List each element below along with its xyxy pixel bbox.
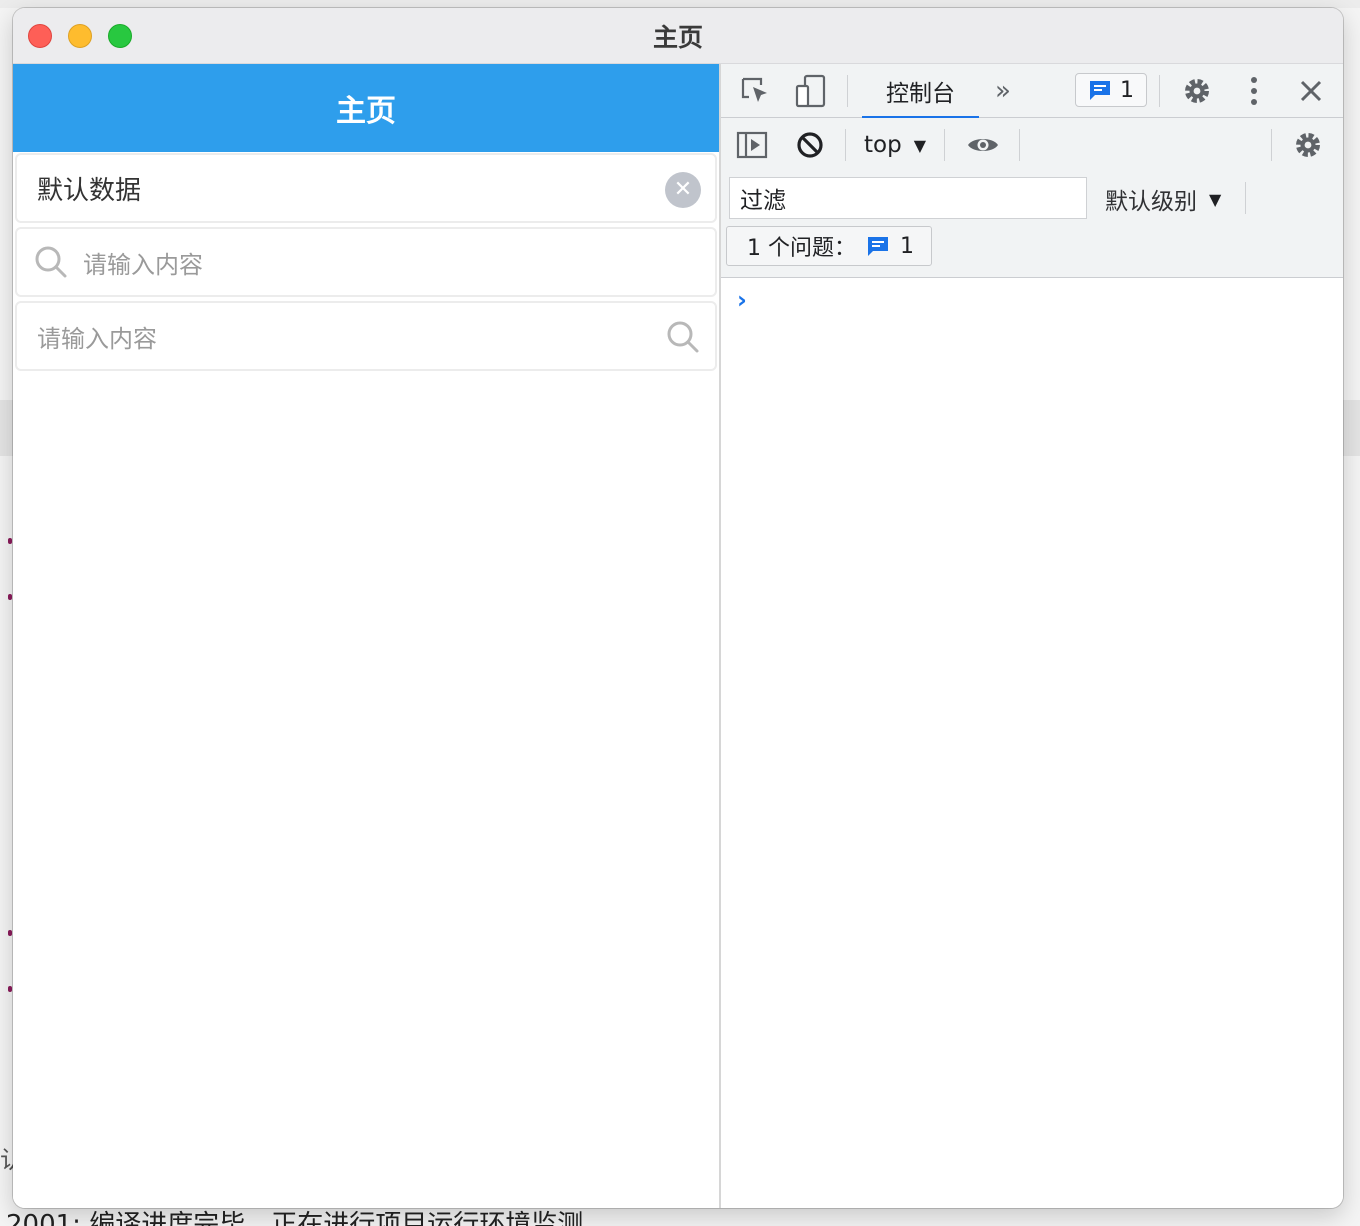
window-title: 主页 bbox=[652, 22, 703, 52]
filter-text: 过滤 bbox=[740, 188, 786, 214]
background-strip bbox=[0, 0, 1360, 8]
log-level-selector[interactable]: 默认级别 ▼ bbox=[1105, 182, 1221, 216]
navigation-bar: 主页 bbox=[13, 64, 719, 152]
background-editor-line bbox=[0, 400, 14, 456]
zoom-window-button[interactable] bbox=[108, 24, 132, 48]
close-window-button[interactable] bbox=[28, 24, 52, 48]
simulator-window: 主页 主页 默认数据 ✕ 请输入内容 请输入内容 控制台 » 1 top ▼ 过… bbox=[13, 8, 1343, 1208]
close-icon[interactable] bbox=[1293, 73, 1329, 109]
devtools-tabbar: 控制台 » 1 bbox=[721, 64, 1343, 119]
search-icon bbox=[31, 242, 71, 282]
default-data-field[interactable]: 默认数据 ✕ bbox=[15, 153, 717, 223]
background-marker bbox=[8, 930, 12, 936]
filter-input[interactable]: 过滤 bbox=[729, 177, 1087, 219]
page-title: 主页 bbox=[336, 94, 396, 129]
minimize-window-button[interactable] bbox=[68, 24, 92, 48]
context-selector[interactable]: top ▼ bbox=[864, 132, 926, 158]
search-placeholder: 请输入内容 bbox=[83, 250, 203, 279]
inspect-icon[interactable] bbox=[737, 73, 773, 109]
message-icon bbox=[868, 237, 888, 256]
search-placeholder: 请输入内容 bbox=[37, 324, 157, 353]
caret-down-icon: ▼ bbox=[913, 135, 927, 155]
kebab-menu-icon[interactable] bbox=[1239, 73, 1269, 109]
issues-count: 1 bbox=[900, 233, 914, 259]
issues-badge-count: 1 bbox=[1120, 77, 1134, 103]
console-settings-gear-icon[interactable] bbox=[1291, 128, 1325, 162]
clear-icon[interactable]: ✕ bbox=[665, 172, 701, 208]
issues-link[interactable]: 1 个问题： 1 bbox=[726, 226, 932, 266]
caret-down-icon: ▼ bbox=[1209, 189, 1222, 209]
clear-console-icon[interactable] bbox=[793, 128, 827, 162]
message-icon bbox=[1090, 81, 1110, 100]
sidebar-toggle-icon[interactable] bbox=[735, 128, 769, 162]
gear-icon[interactable] bbox=[1179, 73, 1215, 109]
context-label: top bbox=[864, 132, 902, 158]
log-level-label: 默认级别 bbox=[1105, 189, 1197, 215]
background-log-text: 2001: 编译进度完毕，正在进行项目运行环境监测 bbox=[6, 1210, 584, 1226]
search-input-left-icon[interactable]: 请输入内容 bbox=[15, 227, 717, 297]
filter-row: 过滤 默认级别 ▼ bbox=[721, 172, 1343, 224]
field-value: 默认数据 bbox=[37, 175, 142, 206]
devtools-panel: 控制台 » 1 top ▼ 过滤 默认级别 ▼ 1 个问题： 1 › bbox=[721, 64, 1343, 1208]
issues-text: 1 个问题： bbox=[747, 236, 856, 261]
console-output[interactable]: › bbox=[721, 278, 1343, 1208]
app-preview: 主页 默认数据 ✕ 请输入内容 请输入内容 bbox=[13, 64, 721, 1208]
tab-console-label: 控制台 bbox=[886, 80, 955, 107]
background-marker bbox=[8, 538, 12, 544]
eye-icon[interactable] bbox=[963, 128, 1003, 162]
issues-counter-button[interactable]: 1 bbox=[1075, 73, 1147, 107]
console-toolbar: top ▼ bbox=[721, 118, 1343, 172]
more-tabs-icon[interactable]: » bbox=[995, 76, 1011, 106]
window-titlebar: 主页 bbox=[13, 8, 1343, 64]
background-editor-line bbox=[1342, 400, 1360, 456]
issues-row: 1 个问题： 1 bbox=[721, 224, 1343, 278]
background-marker bbox=[8, 594, 12, 600]
background-marker bbox=[8, 986, 12, 992]
console-prompt-icon[interactable]: › bbox=[737, 286, 747, 314]
search-input-right-icon[interactable]: 请输入内容 bbox=[15, 301, 717, 371]
device-toggle-icon[interactable] bbox=[793, 73, 829, 109]
tab-console[interactable]: 控制台 bbox=[862, 64, 979, 119]
search-icon[interactable] bbox=[663, 317, 703, 357]
